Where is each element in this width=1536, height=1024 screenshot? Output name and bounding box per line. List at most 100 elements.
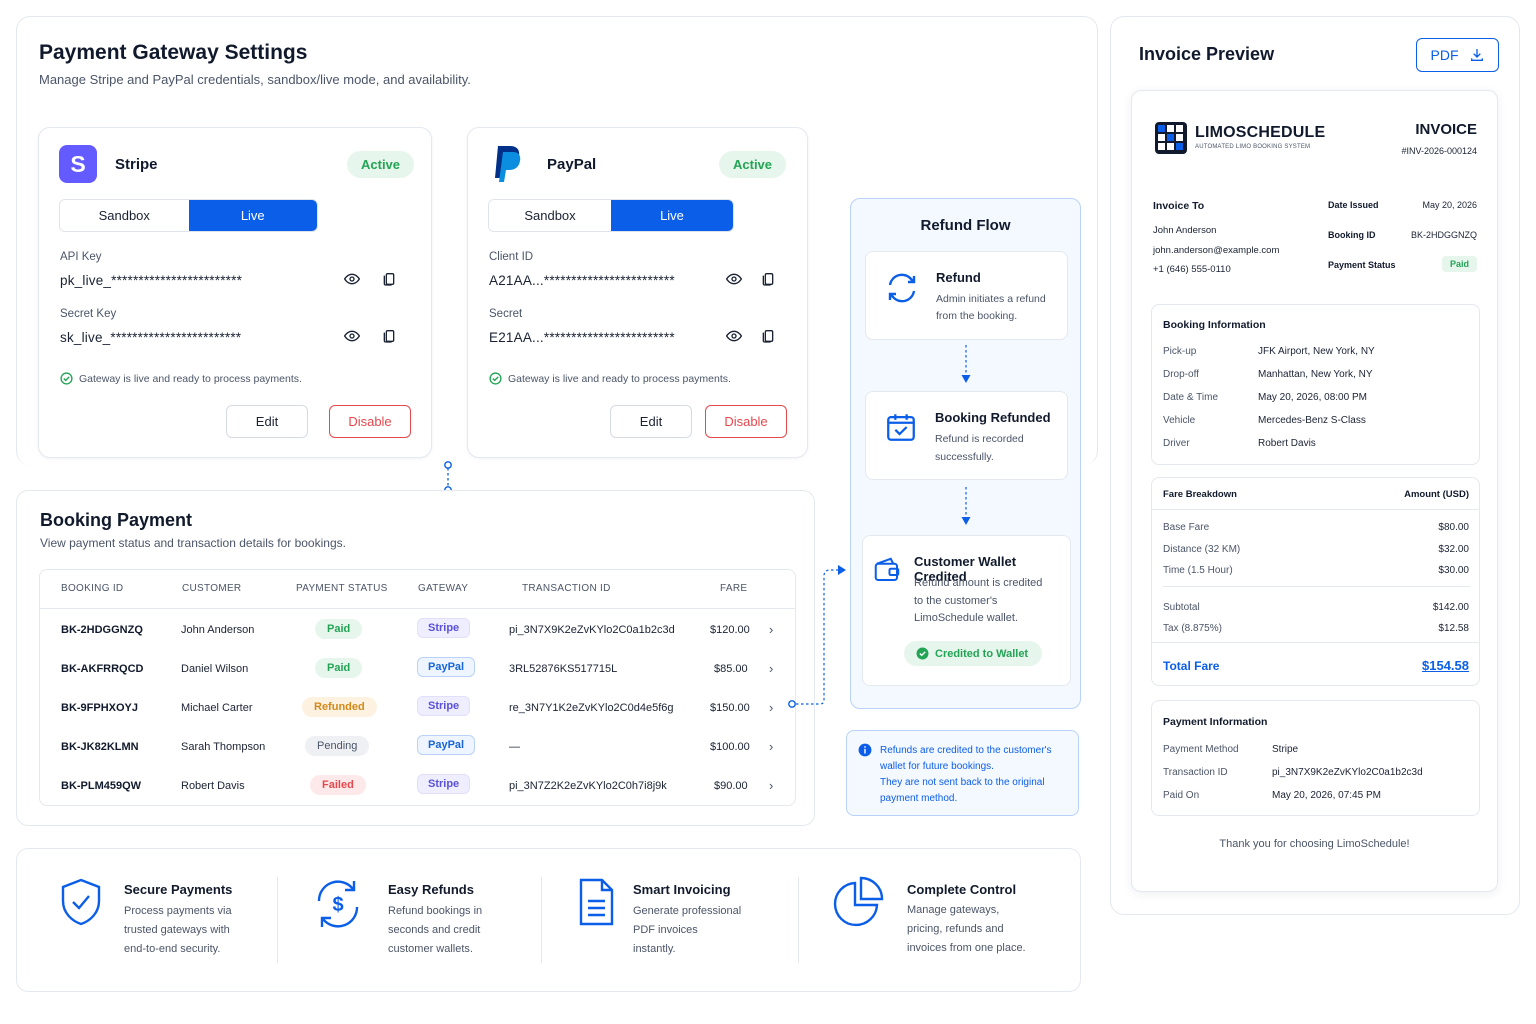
stripe-edit-button[interactable]: Edit xyxy=(226,405,308,438)
table-row[interactable]: BK-JK82KLMN Sarah Thompson Pending PayPa… xyxy=(40,729,795,767)
booking-payments-table: BOOKING ID CUSTOMER PAYMENT STATUS GATEW… xyxy=(39,569,796,806)
payment-info-title: Payment Information xyxy=(1163,716,1268,728)
payment-key: Payment Method xyxy=(1163,744,1239,755)
stripe-note-text: Gateway is live and ready to process pay… xyxy=(79,372,302,385)
chevron-right-icon[interactable]: › xyxy=(769,661,773,676)
page-subtitle: Manage Stripe and PayPal credentials, sa… xyxy=(39,72,471,87)
thank-you-note: Thank you for choosing LimoSchedule! xyxy=(1219,838,1410,850)
booking-id: BK-PLM459QW xyxy=(61,780,142,792)
date-issued-label: Date Issued xyxy=(1328,200,1379,210)
pdf-label: PDF xyxy=(1430,47,1459,63)
chevron-right-icon[interactable]: › xyxy=(769,700,773,715)
paypal-edit-button[interactable]: Edit xyxy=(610,405,692,438)
paypal-status-note: Gateway is live and ready to process pay… xyxy=(489,372,731,385)
stripe-api-key-label: API Key xyxy=(60,251,102,263)
customer-name: Robert Davis xyxy=(181,780,245,792)
customer-name: John Anderson xyxy=(1153,225,1217,236)
info-value: JFK Airport, New York, NY xyxy=(1258,346,1375,357)
copy-icon[interactable] xyxy=(760,271,776,287)
stripe-live-tab[interactable]: Live xyxy=(188,200,317,231)
eye-icon[interactable] xyxy=(726,328,742,344)
chevron-right-icon[interactable]: › xyxy=(769,622,773,637)
eye-icon[interactable] xyxy=(344,328,360,344)
booking-info-title: Booking Information xyxy=(1163,319,1266,331)
refund-note-text: Refunds are credited to the customer's w… xyxy=(880,743,1051,807)
paypal-client-id-label: Client ID xyxy=(489,251,534,263)
status-badge: Paid xyxy=(315,658,363,678)
feature-title: Secure Payments xyxy=(124,882,233,897)
feature-title: Easy Refunds xyxy=(388,882,474,897)
stripe-secret-key-label: Secret Key xyxy=(60,308,117,320)
table-row[interactable]: BK-PLM459QW Robert Davis Failed Stripe p… xyxy=(40,768,795,806)
payment-status-label: Payment Status xyxy=(1328,260,1396,270)
paypal-sandbox-tab[interactable]: Sandbox xyxy=(489,200,611,231)
total-fare-label: Total Fare xyxy=(1163,659,1220,673)
copy-icon[interactable] xyxy=(381,271,397,287)
brand-name: LIMOSCHEDULE xyxy=(1195,124,1326,141)
fare-key: Time (1.5 Hour) xyxy=(1163,565,1233,576)
refund-note-line-1: Refunds are credited to the customer's xyxy=(880,745,1052,756)
payment-value: Stripe xyxy=(1272,744,1299,755)
stripe-disable-button[interactable]: Disable xyxy=(329,405,411,438)
paypal-status-badge: Active xyxy=(719,151,787,178)
col-customer: CUSTOMER xyxy=(182,583,242,594)
paypal-live-tab[interactable]: Live xyxy=(611,200,733,231)
chevron-right-icon[interactable]: › xyxy=(769,778,773,793)
stripe-sandbox-tab[interactable]: Sandbox xyxy=(60,200,189,231)
transaction-id: — xyxy=(509,741,520,753)
feature-desc-line: Process payments via xyxy=(124,905,232,917)
info-value: Manhattan, New York, NY xyxy=(1258,369,1373,380)
stripe-status-badge: Active xyxy=(347,151,415,178)
paypal-disable-button[interactable]: Disable xyxy=(705,405,787,438)
date-issued-value: May 20, 2026 xyxy=(1422,200,1477,210)
paypal-client-id-field[interactable]: A21AA...************************ xyxy=(489,273,675,288)
customer-phone: +1 (646) 555-0110 xyxy=(1153,264,1231,275)
wallet-credited-desc-2: to the customer's xyxy=(914,595,998,607)
booking-id: BK-9FPHXOYJ xyxy=(61,702,139,714)
refund-dollar-icon: $ xyxy=(317,880,359,928)
booking-id-value: BK-2HDGGNZQ xyxy=(1410,230,1477,240)
booking-id: BK-JK82KLMN xyxy=(61,741,139,753)
shield-check-icon xyxy=(61,878,101,926)
table-row[interactable]: BK-9FPHXOYJ Michael Carter Refunded Stri… xyxy=(40,690,795,728)
refund-note-line-2: wallet for future bookings. xyxy=(880,761,994,772)
booking-refunded-step-card: Booking Refunded Refund is recorded succ… xyxy=(865,391,1068,480)
copy-icon[interactable] xyxy=(381,328,397,344)
paypal-secret-label: Secret xyxy=(489,308,523,320)
gateway-badge: Stripe xyxy=(417,774,471,794)
flow-arrow-icon xyxy=(961,487,971,525)
feature-title: Complete Control xyxy=(907,882,1017,897)
customer-name: Michael Carter xyxy=(181,702,253,714)
payment-value: pi_3N7X9K2eZvKYlo2C0a1b2c3d xyxy=(1272,767,1423,778)
download-icon xyxy=(1470,49,1483,61)
pdf-download-button[interactable]: PDF xyxy=(1416,38,1499,72)
copy-icon[interactable] xyxy=(760,328,776,344)
feature-divider xyxy=(541,877,542,963)
feature-desc-line: invoices from one place. xyxy=(907,942,1026,954)
paypal-note-text: Gateway is live and ready to process pay… xyxy=(508,372,731,385)
table-header-divider xyxy=(40,608,795,609)
paypal-secret-field[interactable]: E21AA...************************ xyxy=(489,330,675,345)
fare-value: $32.00 xyxy=(1438,544,1469,555)
customer-name: Daniel Wilson xyxy=(181,663,249,675)
table-row[interactable]: BK-AKFRRQCD Daniel Wilson Paid PayPal 3R… xyxy=(40,651,795,689)
refund-flow-title: Refund Flow xyxy=(920,217,1011,234)
flow-arrow-icon xyxy=(961,345,971,383)
paypal-gateway-card: PayPal Active Sandbox Live Client ID A21… xyxy=(467,127,808,458)
transaction-id: pi_3N7Z2K2eZvKYlo2C0h7i8j9k xyxy=(509,780,667,792)
booking-refunded-title: Booking Refunded xyxy=(935,410,1051,425)
eye-icon[interactable] xyxy=(726,271,742,287)
gateway-badge: Stripe xyxy=(417,696,471,716)
credited-to-wallet-badge: Credited to Wallet xyxy=(904,641,1043,666)
chevron-right-icon[interactable]: › xyxy=(769,739,773,754)
feature-desc-line: pricing, refunds and xyxy=(907,923,1004,935)
eye-icon[interactable] xyxy=(344,271,360,287)
tax-key: Tax (8.875%) xyxy=(1163,623,1222,634)
feature-desc-line: trusted gateways with xyxy=(124,924,230,936)
pie-chart-icon xyxy=(833,876,884,927)
gateway-badge: PayPal xyxy=(417,735,476,755)
stripe-api-key-field[interactable]: pk_live_************************ xyxy=(60,273,242,288)
wallet-credited-desc-3: LimoSchedule wallet. xyxy=(914,612,1018,624)
table-row[interactable]: BK-2HDGGNZQ John Anderson Paid Stripe pi… xyxy=(40,612,795,650)
stripe-secret-key-field[interactable]: sk_live_************************ xyxy=(60,330,241,345)
